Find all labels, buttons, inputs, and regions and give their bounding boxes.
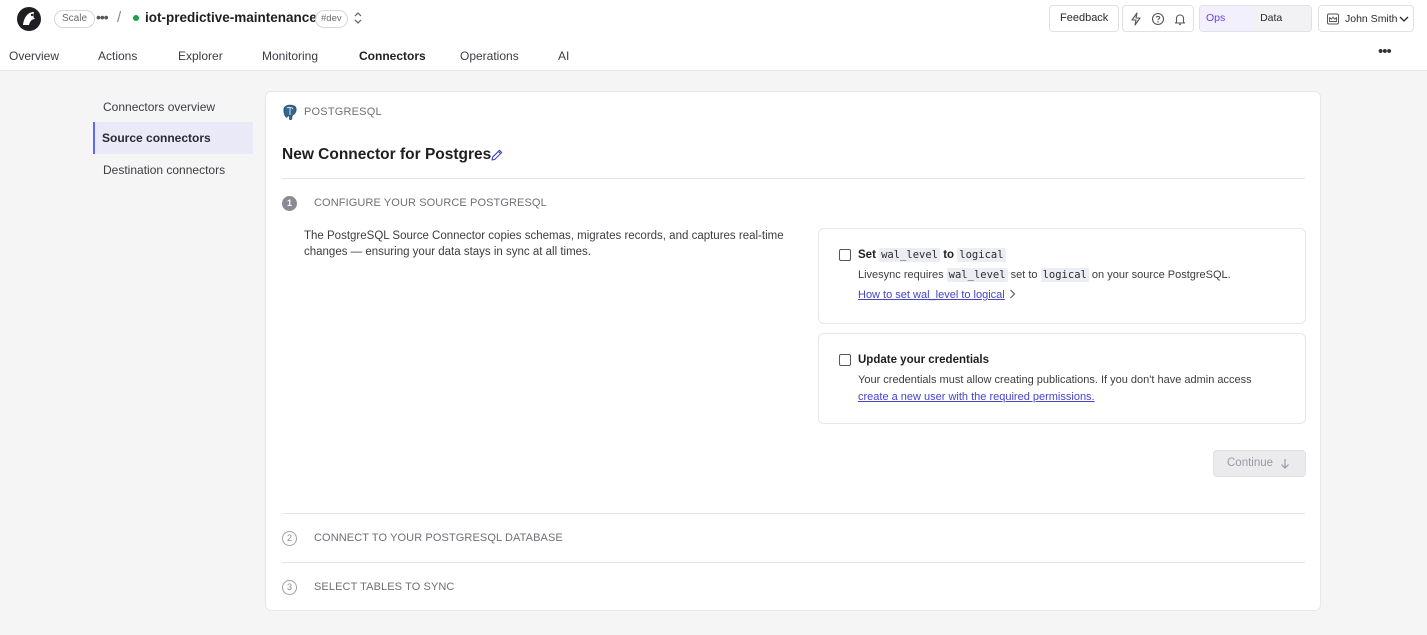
credentials-description: Your credentials must allow creating pub…	[858, 374, 1252, 386]
tab-ai[interactable]: AI	[558, 49, 569, 63]
sidenav-source-connectors[interactable]: Source connectors	[93, 122, 253, 154]
arrow-down-icon	[1281, 459, 1289, 469]
step-title[interactable]: SELECT TABLES TO SYNC	[314, 581, 454, 593]
tab-explorer[interactable]: Explorer	[178, 49, 223, 63]
credentials-checkbox[interactable]	[839, 354, 851, 366]
wal-level-help-link[interactable]: How to set wal_level to logical	[858, 289, 1016, 301]
wal-level-checkbox[interactable]	[839, 249, 851, 261]
user-name: John Smith	[1345, 13, 1398, 25]
data-view-toggle[interactable]: Data view	[1254, 6, 1311, 49]
source-type-label: POSTGRESQL	[304, 106, 382, 118]
help-icon[interactable]	[1151, 12, 1165, 26]
ops-view-toggle[interactable]: Ops view	[1200, 6, 1255, 49]
more-options-icon[interactable]: •••	[1378, 43, 1392, 60]
continue-button[interactable]: Continue	[1213, 450, 1306, 477]
tab-monitoring[interactable]: Monitoring	[262, 49, 318, 63]
user-menu-button[interactable]: John Smith	[1318, 5, 1414, 32]
step-number: 1	[282, 196, 297, 211]
chevron-right-icon	[1009, 289, 1016, 299]
create-user-link[interactable]: create a new user with the required perm…	[858, 391, 1095, 403]
edit-pencil-icon[interactable]	[490, 148, 504, 162]
wal-level-title: Set wal_level to logical	[858, 248, 1006, 262]
wal-level-description: Livesync requires wal_level set to logic…	[858, 268, 1231, 282]
timescale-logo-icon[interactable]	[16, 6, 42, 32]
bell-icon[interactable]	[1173, 12, 1187, 26]
step-number: 3	[282, 580, 297, 595]
top-bar: Scale ••• / iot-predictive-maintenance #…	[0, 0, 1427, 49]
main-nav-tabs: Overview Actions Explorer Monitoring Con…	[0, 37, 1427, 71]
credentials-checklist-card: Update your credentials Your credentials…	[818, 333, 1306, 424]
lightning-icon[interactable]	[1129, 12, 1143, 26]
quick-actions-group	[1122, 5, 1194, 32]
step-title[interactable]: CONNECT TO YOUR POSTGRESQL DATABASE	[314, 532, 563, 544]
tab-operations[interactable]: Operations	[460, 49, 519, 63]
feedback-button[interactable]: Feedback	[1049, 5, 1120, 32]
env-badge: #dev	[315, 10, 348, 28]
divider	[282, 562, 1305, 563]
connector-setup-card: POSTGRESQL New Connector for Postgres 1 …	[265, 91, 1321, 611]
tab-actions[interactable]: Actions	[98, 49, 137, 63]
sidenav-destination-connectors[interactable]: Destination connectors	[93, 154, 253, 186]
step-number: 2	[282, 531, 297, 546]
postgresql-elephant-icon	[283, 104, 297, 121]
status-dot-icon	[133, 15, 139, 21]
plan-badge: Scale	[54, 10, 96, 28]
wal-level-checklist-card: Set wal_level to logical Livesync requir…	[818, 228, 1306, 324]
divider	[282, 178, 1305, 179]
step-title[interactable]: CONFIGURE YOUR SOURCE POSTGRESQL	[314, 197, 547, 209]
switcher-chevrons-icon[interactable]	[352, 11, 364, 25]
chevron-down-icon	[1399, 16, 1409, 22]
breadcrumb-separator: /	[117, 9, 122, 26]
tab-overview[interactable]: Overview	[9, 49, 59, 63]
service-name[interactable]: iot-predictive-maintenance	[145, 10, 317, 25]
divider	[282, 513, 1305, 514]
more-menu-icon[interactable]: •••	[96, 9, 109, 25]
step-description: The PostgreSQL Source Connector copies s…	[304, 230, 784, 258]
sidenav-connectors-overview[interactable]: Connectors overview	[93, 91, 253, 123]
connector-title: New Connector for Postgres	[282, 146, 492, 163]
view-toggle: Ops view Data view	[1199, 5, 1312, 49]
crown-icon	[1327, 13, 1339, 25]
credentials-title: Update your credentials	[858, 354, 990, 366]
tab-connectors[interactable]: Connectors	[359, 49, 426, 63]
